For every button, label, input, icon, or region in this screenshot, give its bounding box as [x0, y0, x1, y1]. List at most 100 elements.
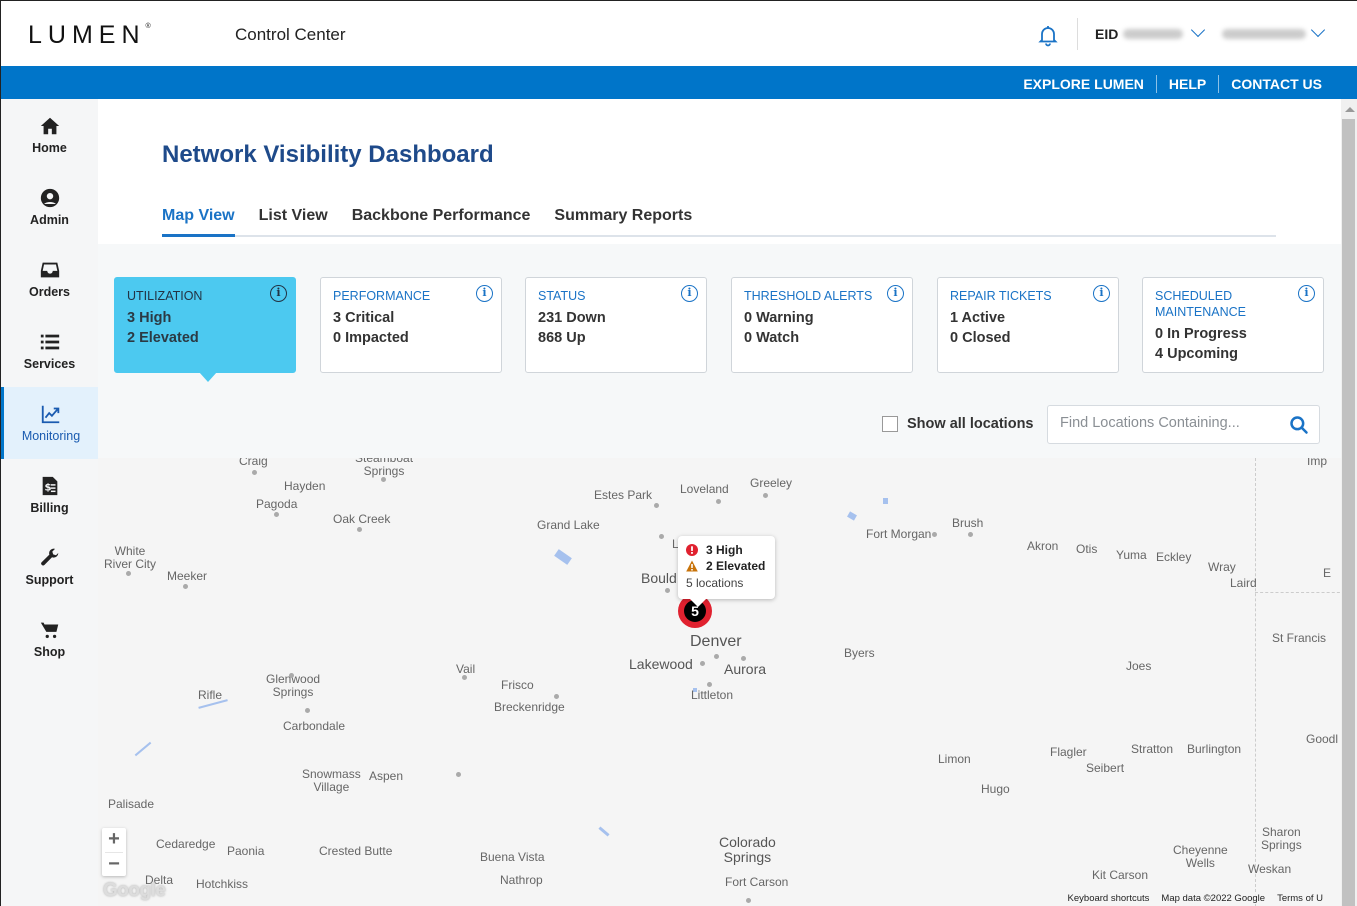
scrollbar-thumb[interactable]	[1342, 119, 1355, 906]
lake	[598, 826, 610, 837]
scheduled-maintenance-card[interactable]: SCHEDULED MAINTENANCE i 0 In Progress 4 …	[1142, 277, 1324, 373]
city-dot	[763, 493, 768, 498]
sidebar-item-monitoring[interactable]: Monitoring	[1, 387, 98, 459]
contact-us-link[interactable]: CONTACT US	[1219, 76, 1334, 92]
repair-tickets-card[interactable]: REPAIR TICKETS i 1 Active 0 Closed	[937, 277, 1119, 373]
summary-panel: UTILIZATION i 3 High 2 Elevated PERFORMA…	[98, 244, 1341, 458]
card-title: REPAIR TICKETS	[950, 289, 1052, 303]
city-dot	[381, 477, 386, 482]
tab-summary-reports[interactable]: Summary Reports	[554, 207, 692, 237]
city-dot	[289, 673, 294, 678]
keyboard-shortcuts-link[interactable]: Keyboard shortcuts	[1068, 893, 1150, 904]
city-label: Cheyenne Wells	[1173, 843, 1228, 870]
lake	[847, 511, 857, 521]
search-icon[interactable]	[1289, 415, 1309, 435]
utilization-card[interactable]: UTILIZATION i 3 High 2 Elevated	[114, 277, 296, 382]
sidebar-item-support[interactable]: Support	[1, 531, 98, 603]
location-search-input[interactable]	[1060, 415, 1280, 431]
info-icon[interactable]: i	[887, 285, 904, 302]
city-label: Palisade	[108, 797, 155, 811]
sidebar-item-shop[interactable]: Shop	[1, 603, 98, 675]
home-icon	[40, 117, 59, 135]
help-link[interactable]: HELP	[1157, 76, 1218, 92]
user-chevron-down-icon[interactable]	[1310, 22, 1326, 38]
card-line-1: 3 High	[127, 310, 172, 326]
user-circle-icon	[40, 188, 59, 208]
scroll-up-arrow-icon[interactable]	[1345, 107, 1355, 112]
city-dot	[305, 708, 310, 713]
city-label: Frisco	[501, 678, 534, 692]
terms-of-use-link[interactable]: Terms of U	[1277, 893, 1323, 904]
explore-lumen-link[interactable]: EXPLORE LUMEN	[1011, 76, 1156, 92]
city-dot	[462, 675, 467, 680]
sidebar-item-admin[interactable]: Admin	[1, 171, 98, 243]
page-scrollbar[interactable]	[1341, 99, 1357, 906]
info-icon[interactable]: i	[1093, 285, 1110, 302]
city-label: Yuma	[1116, 548, 1147, 562]
popup-elevated-row: 2 Elevated	[686, 559, 765, 573]
city-dot	[700, 661, 705, 666]
sidebar-item-orders[interactable]: Orders	[1, 243, 98, 315]
city-label: Flagler	[1050, 745, 1087, 759]
performance-card[interactable]: PERFORMANCE i 3 Critical 0 Impacted	[320, 277, 502, 373]
map-canvas[interactable]: Craig Steamboat Springs Hayden Pagoda Oak…	[98, 458, 1341, 906]
sidebar-item-label: Admin	[30, 213, 69, 227]
city-label: Akron	[1027, 539, 1059, 553]
lumen-logo[interactable]: LUMEN®	[28, 21, 151, 50]
city-label: Nathrop	[500, 873, 543, 887]
city-label: Craig	[239, 458, 268, 468]
city-dot	[554, 694, 559, 699]
tab-backbone-performance[interactable]: Backbone Performance	[352, 207, 531, 237]
city-label: Seibert	[1086, 761, 1125, 775]
eid-chevron-down-icon[interactable]	[1190, 22, 1206, 38]
city-dot	[654, 503, 659, 508]
info-icon[interactable]: i	[681, 285, 698, 302]
city-label: Bould	[641, 570, 677, 586]
city-dot	[714, 654, 719, 659]
bell-icon[interactable]	[1036, 23, 1060, 47]
header-divider	[1077, 18, 1078, 50]
zoom-out-button[interactable]: −	[102, 853, 126, 877]
show-all-checkbox[interactable]	[882, 416, 898, 432]
city-label: Stratton	[1131, 742, 1174, 756]
city-label: Aspen	[369, 769, 404, 783]
tab-list-view[interactable]: List View	[259, 207, 328, 237]
sidebar-item-label: Shop	[33, 645, 66, 659]
warning-triangle-icon	[686, 560, 698, 572]
google-logo: Google	[103, 880, 166, 901]
city-label: Hugo	[981, 782, 1010, 796]
city-dot	[746, 898, 751, 903]
sidebar-item-label: Monitoring	[21, 429, 81, 443]
river	[134, 741, 152, 757]
city-label: Fort Morgan	[866, 527, 932, 541]
tab-map-view[interactable]: Map View	[162, 207, 235, 237]
sidebar-item-services[interactable]: Services	[1, 315, 98, 387]
city-label: Littleton	[691, 688, 734, 702]
show-all-locations-toggle[interactable]: Show all locations	[882, 416, 1034, 432]
invoice-icon: $	[42, 476, 57, 496]
info-icon[interactable]: i	[1298, 285, 1315, 302]
city-label: Crested Butte	[319, 844, 393, 858]
card-line-1: 1 Active	[950, 310, 1006, 326]
city-label: St Francis	[1272, 631, 1327, 645]
city-dot	[456, 772, 461, 777]
status-card[interactable]: STATUS i 231 Down 868 Up	[525, 277, 707, 373]
card-line-1: 0 In Progress	[1155, 326, 1247, 342]
city-label: Estes Park	[594, 488, 653, 502]
lake	[554, 549, 572, 565]
sidebar-item-billing[interactable]: $ Billing	[1, 459, 98, 531]
lake	[883, 498, 888, 504]
info-icon[interactable]: i	[270, 285, 287, 302]
popup-locations-text: 5 locations	[686, 576, 744, 590]
card-line-2: 4 Upcoming	[1155, 346, 1238, 362]
city-label: Meeker	[167, 569, 208, 583]
threshold-alerts-card[interactable]: THRESHOLD ALERTS i 0 Warning 0 Watch	[731, 277, 913, 373]
zoom-in-button[interactable]: +	[102, 828, 126, 852]
city-label: Lakewood	[629, 656, 693, 672]
city-label: Oak Creek	[333, 512, 391, 526]
sidebar-item-home[interactable]: Home	[1, 99, 98, 171]
info-icon[interactable]: i	[476, 285, 493, 302]
city-label: Pagoda	[256, 497, 298, 511]
utility-nav-bar: EXPLORE LUMEN HELP CONTACT US	[1, 66, 1357, 99]
card-line-2: 2 Elevated	[127, 330, 199, 346]
